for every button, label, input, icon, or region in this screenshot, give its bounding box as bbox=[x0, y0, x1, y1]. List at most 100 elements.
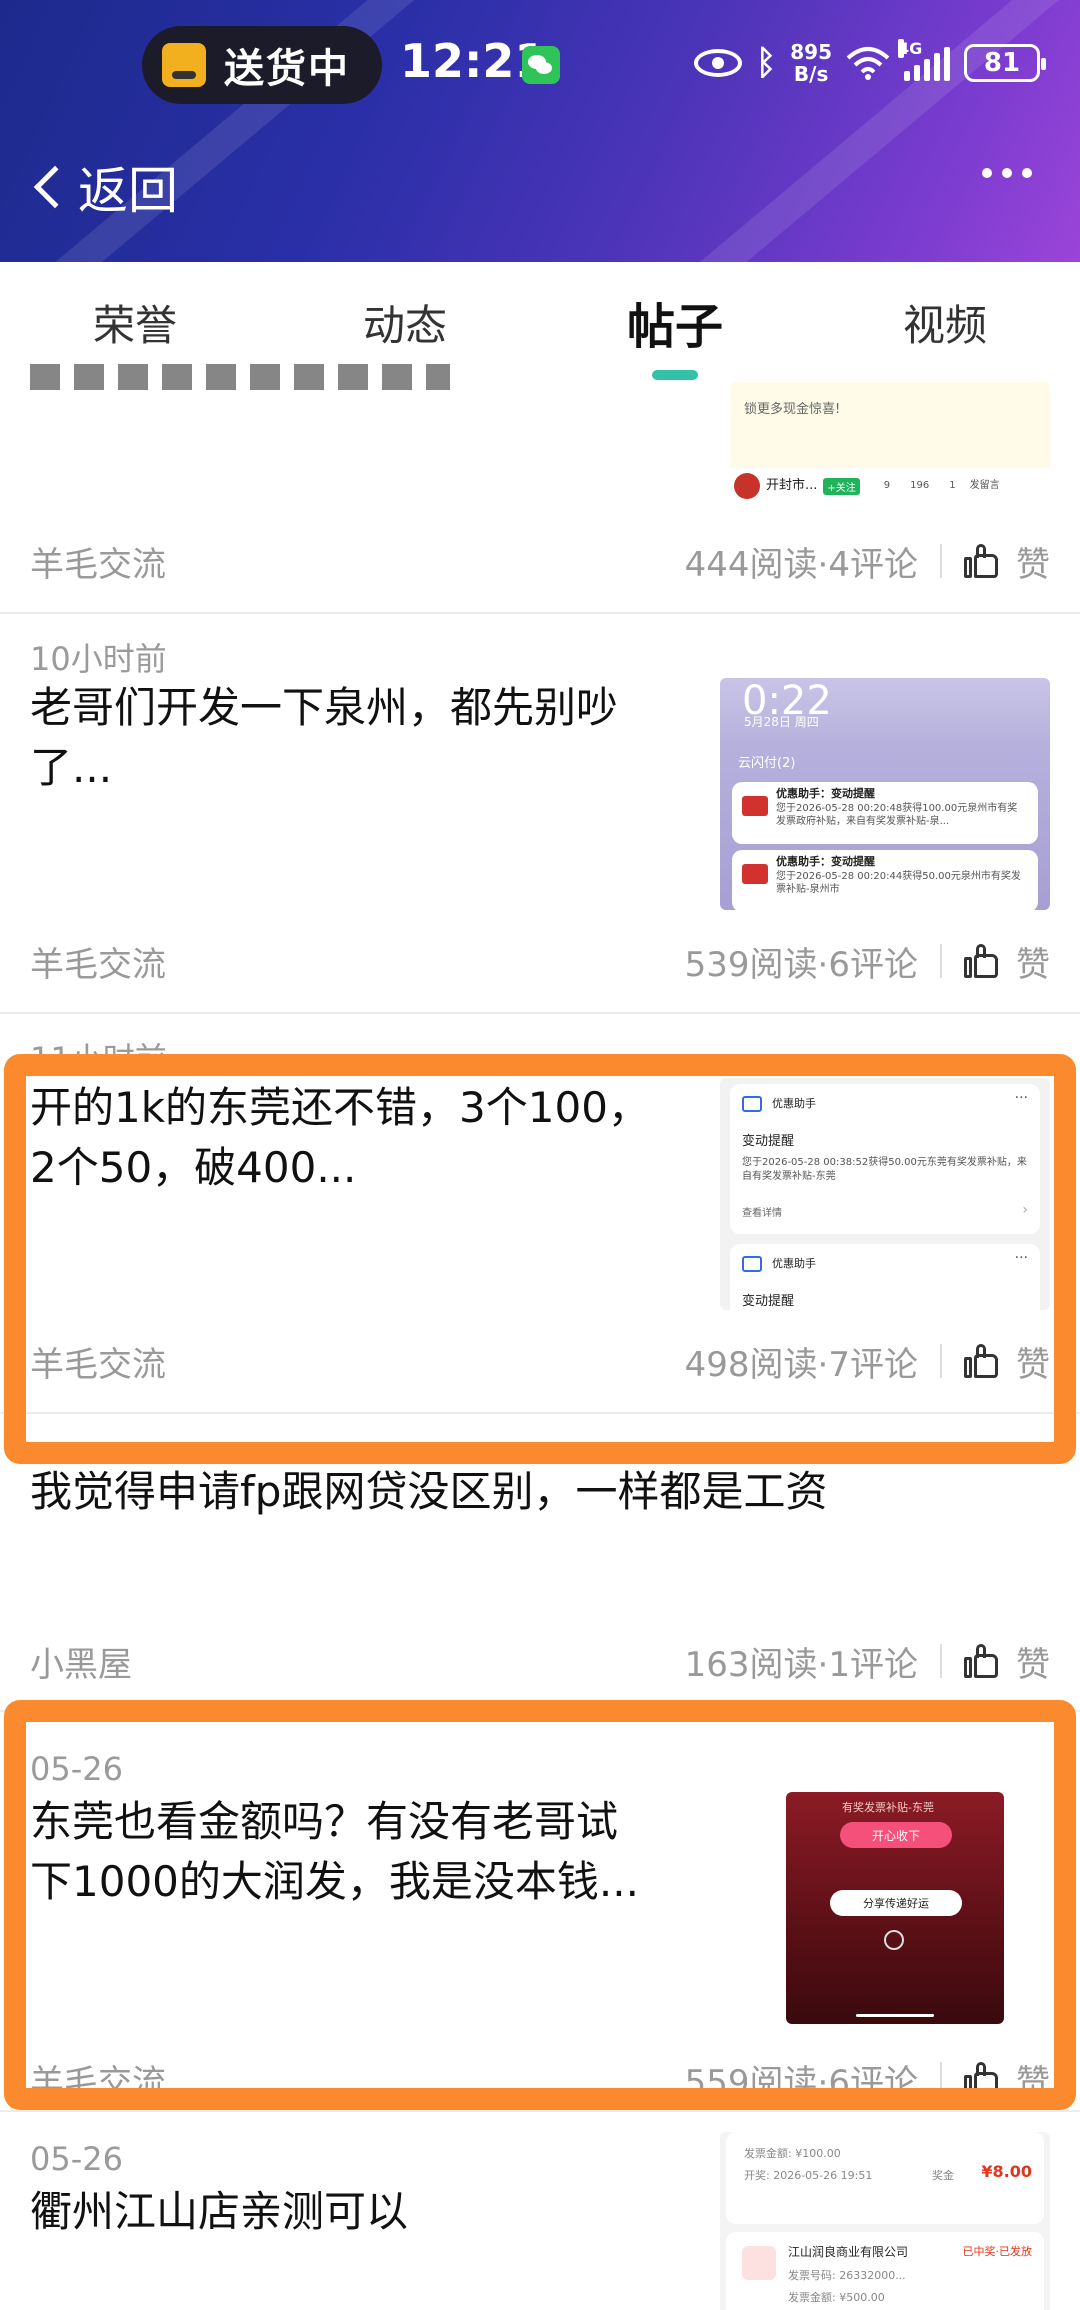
thumb-prize-label: 奖金 bbox=[932, 2169, 954, 2182]
post-stats: 498阅读·7评论 bbox=[684, 1344, 918, 1385]
unionpay-icon bbox=[742, 864, 768, 884]
post-title: 开的1k的东莞还不错，3个100， 2个50，破400... bbox=[30, 1078, 720, 1198]
header: 送货中 12:21 ᛒ 895 B/s 4G 81 返回 bbox=[0, 0, 1080, 262]
wifi-icon bbox=[846, 46, 890, 80]
tab-videos[interactable]: 视频 bbox=[810, 262, 1080, 382]
thumb-company: 江山润良商业有限公司 bbox=[788, 2245, 909, 2259]
back-button[interactable]: 返回 bbox=[30, 152, 178, 222]
post-footer: 羊毛交流 498阅读·7评论 赞 bbox=[30, 1336, 1050, 1386]
thumb-message-card: 优惠助手 ··· 变动提醒 您于2026-05-28 00:38:52获得50.… bbox=[730, 1084, 1040, 1234]
post-footer: 羊毛交流 539阅读·6评论 赞 bbox=[30, 936, 1050, 986]
thumb-group: 云闪付(2) bbox=[738, 756, 796, 771]
thumb-share-button: 分享传递好运 bbox=[830, 1890, 962, 1916]
eye-icon bbox=[693, 49, 742, 77]
post-footer: 小黑屋 163阅读·1评论 赞 bbox=[30, 1636, 1050, 1686]
post-feed: 锁更多现金惊喜! 开封市... +关注 9 196 1 发留言 羊毛交流 444… bbox=[0, 364, 1080, 2310]
net-speed-value: 895 bbox=[790, 40, 832, 64]
post-category[interactable]: 羊毛交流 bbox=[30, 537, 166, 586]
thumb-notice-body: 您于2026-05-28 00:20:48获得100.00元泉州市有奖发票政府补… bbox=[776, 803, 1018, 827]
post-stats: 559阅读·6评论 bbox=[684, 2062, 918, 2103]
post-footer: 羊毛交流 444阅读·4评论 赞 bbox=[30, 536, 1050, 586]
thumb-accept-button: 开心收下 bbox=[840, 1822, 952, 1848]
close-icon bbox=[884, 1930, 904, 1950]
thumb-follow: +关注 bbox=[823, 477, 860, 495]
divider bbox=[940, 944, 942, 978]
post-category[interactable]: 羊毛交流 bbox=[30, 2055, 166, 2104]
post-time: 10小时前 bbox=[30, 640, 167, 678]
thumbs-up-icon bbox=[964, 2062, 998, 2096]
thumbs-up-icon bbox=[964, 944, 998, 978]
like-button[interactable]: 赞 bbox=[964, 937, 1050, 986]
thumb-count: 发留言 bbox=[969, 480, 1000, 491]
post-title-line: 东莞也看金额吗？有没有老哥试 bbox=[30, 1797, 619, 1846]
thumbs-up-icon bbox=[964, 1644, 998, 1678]
post-item[interactable]: 锁更多现金惊喜! 开封市... +关注 9 196 1 发留言 羊毛交流 444… bbox=[0, 364, 1080, 614]
divider bbox=[940, 2062, 942, 2096]
thumb-invoice-no: 发票号码: 26332000... bbox=[788, 2269, 906, 2282]
post-title-line: 了... bbox=[30, 743, 113, 792]
thumb-body: 您于2026-05-28 00:38:52获得50.00元东莞有奖发票补贴，来自… bbox=[742, 1157, 1027, 1182]
thumb-author: 开封市... bbox=[766, 478, 818, 493]
thumb-author-row: 开封市... +关注 9 196 1 发留言 bbox=[730, 468, 1050, 504]
like-button[interactable]: 赞 bbox=[964, 1637, 1050, 1686]
post-item[interactable]: 05-26 衢州江山店亲测可以 发票金额: ¥100.00 开奖: 2026-0… bbox=[0, 2112, 1080, 2310]
post-category[interactable]: 羊毛交流 bbox=[30, 1337, 166, 1386]
thumb-notice-card: 优惠助手：变动提醒 您于2026-05-28 00:20:48获得100.00元… bbox=[732, 782, 1038, 844]
invoice-icon bbox=[742, 2246, 776, 2280]
post-stats: 444阅读·4评论 bbox=[684, 544, 918, 585]
thumb-notice-title: 优惠助手：变动提醒 bbox=[776, 787, 875, 800]
system-indicators: ᛒ 895 B/s 4G 81 bbox=[693, 38, 1046, 88]
like-button[interactable]: 赞 bbox=[964, 2055, 1050, 2104]
like-label: 赞 bbox=[1016, 2062, 1050, 2103]
thumb-invoice-card: 发票金额: ¥100.00 开奖: 2026-05-26 19:51 奖金 ¥8… bbox=[726, 2132, 1044, 2224]
unionpay-icon bbox=[742, 796, 768, 816]
post-thumbnail[interactable]: 有奖发票补贴-东莞 开心收下 分享传递好运 bbox=[786, 1792, 1004, 2024]
post-time: 05-26 bbox=[30, 2140, 123, 2178]
post-title: 东莞也看金额吗？有没有老哥试 下1000的大润发，我是没本钱... bbox=[30, 1792, 730, 1912]
thumb-count: 9 bbox=[883, 480, 891, 491]
post-thumbnail[interactable]: 锁更多现金惊喜! 开封市... +关注 9 196 1 发留言 bbox=[730, 382, 1050, 504]
like-label: 赞 bbox=[1016, 944, 1050, 985]
network-type: 4G bbox=[898, 39, 923, 58]
thumbs-up-icon bbox=[964, 1344, 998, 1378]
post-category[interactable]: 小黑屋 bbox=[30, 1637, 132, 1686]
post-item[interactable]: 我觉得申请fp跟网贷没区别，一样都是工资 小黑屋 163阅读·1评论 赞 bbox=[0, 1414, 1080, 1712]
like-label: 赞 bbox=[1016, 1644, 1050, 1685]
author-avatar bbox=[734, 473, 760, 499]
post-title-line: 开的1k的东莞还不错，3个100， bbox=[30, 1083, 650, 1132]
delivery-status-pill[interactable]: 送货中 bbox=[142, 26, 382, 104]
like-button[interactable]: 赞 bbox=[964, 1337, 1050, 1386]
like-label: 赞 bbox=[1016, 544, 1050, 585]
thumb-prize: ¥8.00 bbox=[981, 2162, 1032, 2181]
post-title: 衢州江山店亲测可以 bbox=[30, 2182, 670, 2242]
post-thumbnail[interactable]: 0:22 5月28日 周四 云闪付(2) 优惠助手：变动提醒 您于2026-05… bbox=[720, 678, 1050, 910]
post-title-line: 衢州江山店亲测可以 bbox=[30, 2187, 409, 2236]
post-item[interactable]: 11小时前 开的1k的东莞还不错，3个100， 2个50，破400... 优惠助… bbox=[0, 1014, 1080, 1414]
more-button[interactable] bbox=[982, 168, 1032, 178]
thumb-link: 查看详情 bbox=[742, 1208, 782, 1219]
post-item[interactable]: 05-26 东莞也看金额吗？有没有老哥试 下1000的大润发，我是没本钱... … bbox=[0, 1712, 1080, 2112]
post-thumbnail[interactable]: 发票金额: ¥100.00 开奖: 2026-05-26 19:51 奖金 ¥8… bbox=[720, 2132, 1050, 2310]
post-title-line: 下1000的大润发，我是没本钱... bbox=[30, 1857, 639, 1906]
post-item[interactable]: 10小时前 老哥们开发一下泉州，都先别吵 了... 0:22 5月28日 周四 … bbox=[0, 614, 1080, 1014]
app-screen: { "status_bar": { "delivery_label": "送货中… bbox=[0, 0, 1080, 2310]
thumb-notice-title: 优惠助手：变动提醒 bbox=[776, 855, 875, 868]
thumb-count: 1 bbox=[949, 480, 956, 491]
post-thumbnail[interactable]: 优惠助手 ··· 变动提醒 您于2026-05-28 00:38:52获得50.… bbox=[720, 1078, 1050, 1310]
thumb-text: 锁更多现金惊喜! bbox=[744, 402, 841, 417]
thumb-notice-card: 优惠助手：变动提醒 您于2026-05-28 00:20:44获得50.00元泉… bbox=[732, 850, 1038, 910]
thumb-message-card: 优惠助手 ··· 变动提醒 bbox=[730, 1244, 1040, 1310]
thumb-banner: 有奖发票补贴-东莞 bbox=[842, 1801, 934, 1814]
wechat-icon bbox=[522, 46, 560, 84]
post-title: 我觉得申请fp跟网贷没区别，一样都是工资 bbox=[30, 1462, 1040, 1522]
assistant-icon bbox=[742, 1256, 762, 1272]
post-time: 11小时前 bbox=[30, 1040, 167, 1078]
tab-posts[interactable]: 帖子 bbox=[540, 262, 810, 382]
post-category[interactable]: 羊毛交流 bbox=[30, 937, 166, 986]
post-title-line: 我觉得申请fp跟网贷没区别，一样都是工资 bbox=[30, 1467, 828, 1516]
thumb-amount: 发票金额: ¥500.00 bbox=[788, 2291, 885, 2304]
clipped-title bbox=[30, 364, 450, 390]
back-chevron-icon bbox=[33, 165, 77, 209]
like-button[interactable]: 赞 bbox=[964, 537, 1050, 586]
thumb-status: 已中奖·已发放 bbox=[962, 2245, 1033, 2258]
